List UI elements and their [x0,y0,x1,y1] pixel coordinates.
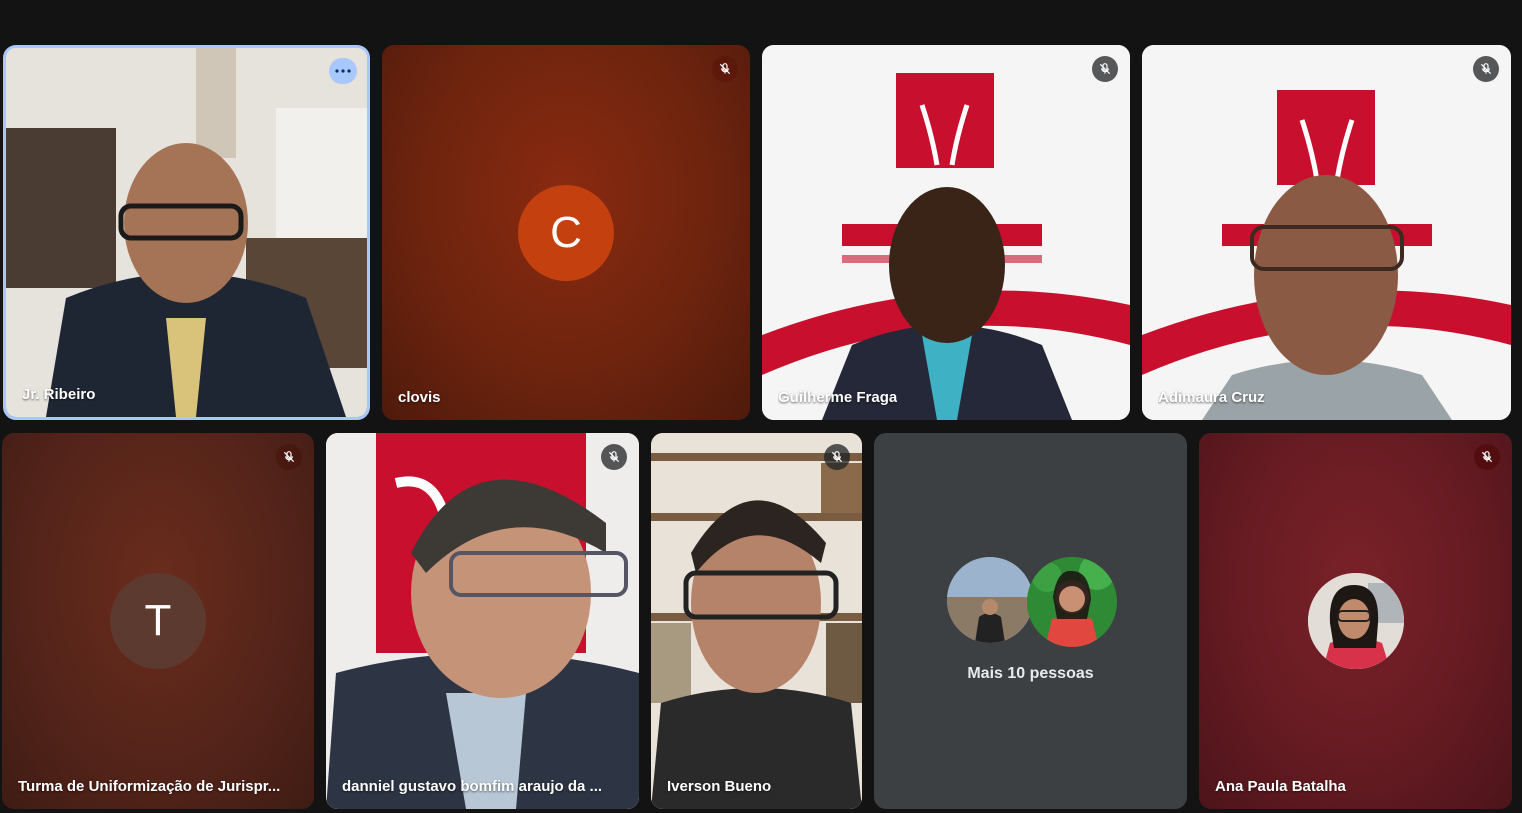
participant-tile-turma[interactable]: T Turma de Uniformização de Jurispr... [2,433,314,809]
video-feed [326,433,639,809]
mic-off-indicator [712,56,738,82]
participant-name: Adimaura Cruz [1158,389,1265,406]
participant-name: Guilherme Fraga [778,389,898,406]
participant-tile-iverson-bueno[interactable]: Iverson Bueno [651,433,862,809]
video-feed [6,48,367,417]
avatar [947,557,1033,643]
more-options-icon [335,69,351,73]
others-tile[interactable]: Mais 10 pessoas [874,433,1187,809]
mic-off-icon [608,451,620,463]
mic-off-icon [1480,63,1492,75]
avatar [1027,557,1117,647]
mic-off-icon [283,451,295,463]
avatar: T [110,573,206,669]
mic-off-icon [719,63,731,75]
video-feed [762,45,1130,420]
avatar: C [518,185,614,281]
mic-off-indicator [1473,56,1499,82]
participant-name: Jr. Ribeiro [22,386,96,403]
participant-tile-danniel[interactable]: danniel gustavo bomfim araujo da ... [326,433,639,809]
mic-off-indicator [601,444,627,470]
more-options-button[interactable] [329,58,357,84]
video-feed [651,433,862,809]
mic-off-indicator [1092,56,1118,82]
avatar [1308,573,1404,669]
participant-tile-jr-ribeiro[interactable]: Jr. Ribeiro [3,45,370,420]
participant-name: Iverson Bueno [667,778,772,795]
participant-name: Ana Paula Batalha [1215,778,1346,795]
participant-tile-guilherme-fraga[interactable]: Guilherme Fraga [762,45,1130,420]
participant-name: Turma de Uniformização de Jurispr... [18,778,281,795]
participant-tile-adimaura-cruz[interactable]: Adimaura Cruz [1142,45,1511,420]
participant-tile-ana-paula-batalha[interactable]: Ana Paula Batalha [1199,433,1512,809]
participant-tile-clovis[interactable]: C clovis [382,45,750,420]
mic-off-indicator [276,444,302,470]
participant-name: danniel gustavo bomfim araujo da ... [342,778,603,795]
mic-off-icon [1099,63,1111,75]
others-count-label: Mais 10 pessoas [967,665,1094,682]
mic-off-icon [831,451,843,463]
mic-off-indicator [824,444,850,470]
participant-name: clovis [398,389,441,406]
video-feed [1142,45,1511,420]
mic-off-indicator [1474,444,1500,470]
mic-off-icon [1481,451,1493,463]
